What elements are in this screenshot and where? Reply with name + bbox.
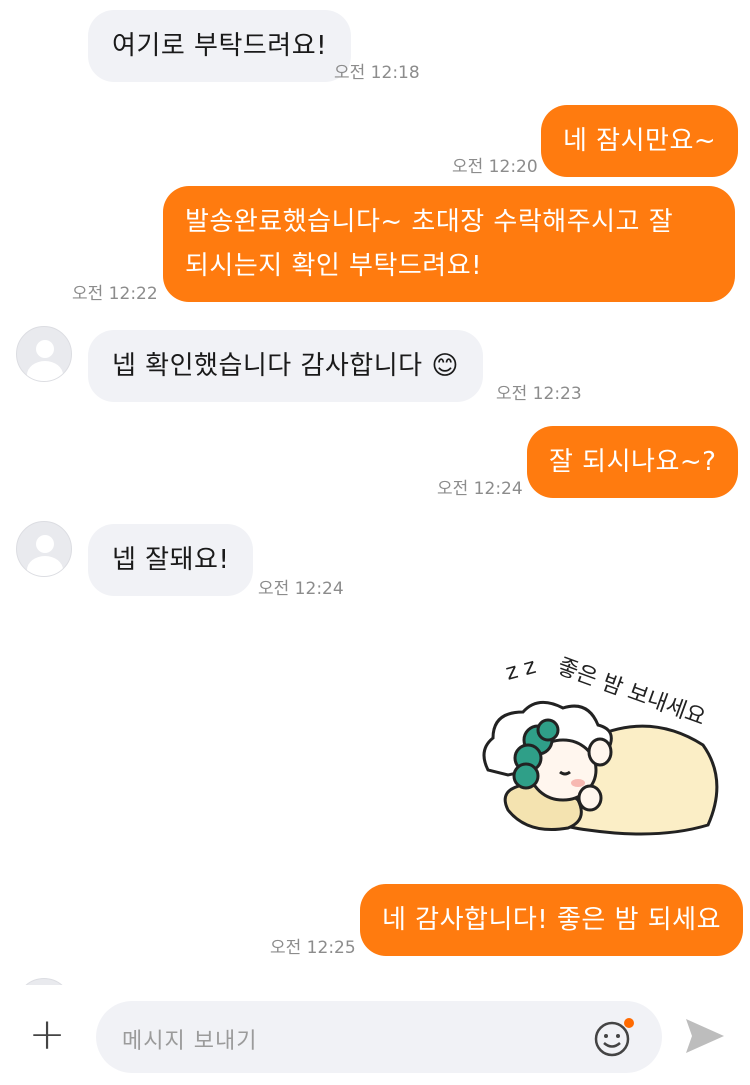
sticker-zz: z z: [503, 654, 539, 686]
message-text-line: 발송완료했습니다~ 초대장 수락해주시고 잘: [185, 207, 674, 237]
message-composer: + 메시지 보내기: [0, 985, 750, 1085]
message-time: 오전 12:22: [72, 284, 158, 304]
message-input-placeholder[interactable]: 메시지 보내기: [122, 1023, 257, 1055]
outgoing-message: 발송완료했습니다~ 초대장 수락해주시고 잘 되시는지 확인 부탁드려요!: [163, 186, 735, 302]
smiling-face-emoji: 😊: [431, 351, 459, 381]
send-icon[interactable]: [682, 1015, 728, 1057]
message-text: 잘 되시나요~?: [549, 447, 717, 477]
outgoing-message: 잘 되시나요~?: [527, 426, 739, 498]
message-text: 넵 확인했습니다 감사합니다: [112, 351, 423, 381]
plus-icon[interactable]: +: [24, 1013, 70, 1059]
incoming-message: 넵 잘돼요!: [88, 524, 254, 596]
message-input[interactable]: 메시지 보내기: [96, 1001, 662, 1073]
chat-area[interactable]: 여기로 부탁드려요! 오전 12:18 오전 12:20 네 잠시만요~ 오전 …: [0, 0, 750, 985]
avatar[interactable]: [16, 521, 72, 577]
message-text: 네 잠시만요~: [563, 126, 717, 156]
message-time: 오전 12:18: [334, 63, 420, 83]
message-time: 오전 12:24: [437, 479, 523, 499]
incoming-message: 여기로 부탁드려요!: [88, 10, 352, 82]
avatar[interactable]: [16, 326, 72, 382]
emoji-icon[interactable]: [592, 1015, 636, 1059]
message-time: 오전 12:25: [270, 938, 356, 958]
message-text: 네 감사합니다! 좋은 밤 되세요: [382, 905, 722, 935]
message-time: 오전 12:24: [258, 579, 344, 599]
message-time: 오전 12:20: [452, 157, 538, 177]
message-text: 넵 잘돼요!: [112, 545, 230, 575]
avatar[interactable]: [16, 978, 72, 985]
outgoing-message: 네 감사합니다! 좋은 밤 되세요: [360, 884, 744, 956]
message-text-line: 되시는지 확인 부탁드려요!: [185, 251, 483, 281]
message-text: 여기로 부탁드려요!: [112, 31, 328, 61]
message-time: 오전 12:23: [496, 384, 582, 404]
outgoing-message: 네 잠시만요~: [541, 105, 739, 177]
sleeping-character-sticker: z z 좋은 밤 보내세요: [482, 654, 719, 836]
incoming-message: 넵 확인했습니다 감사합니다 😊: [88, 330, 483, 402]
